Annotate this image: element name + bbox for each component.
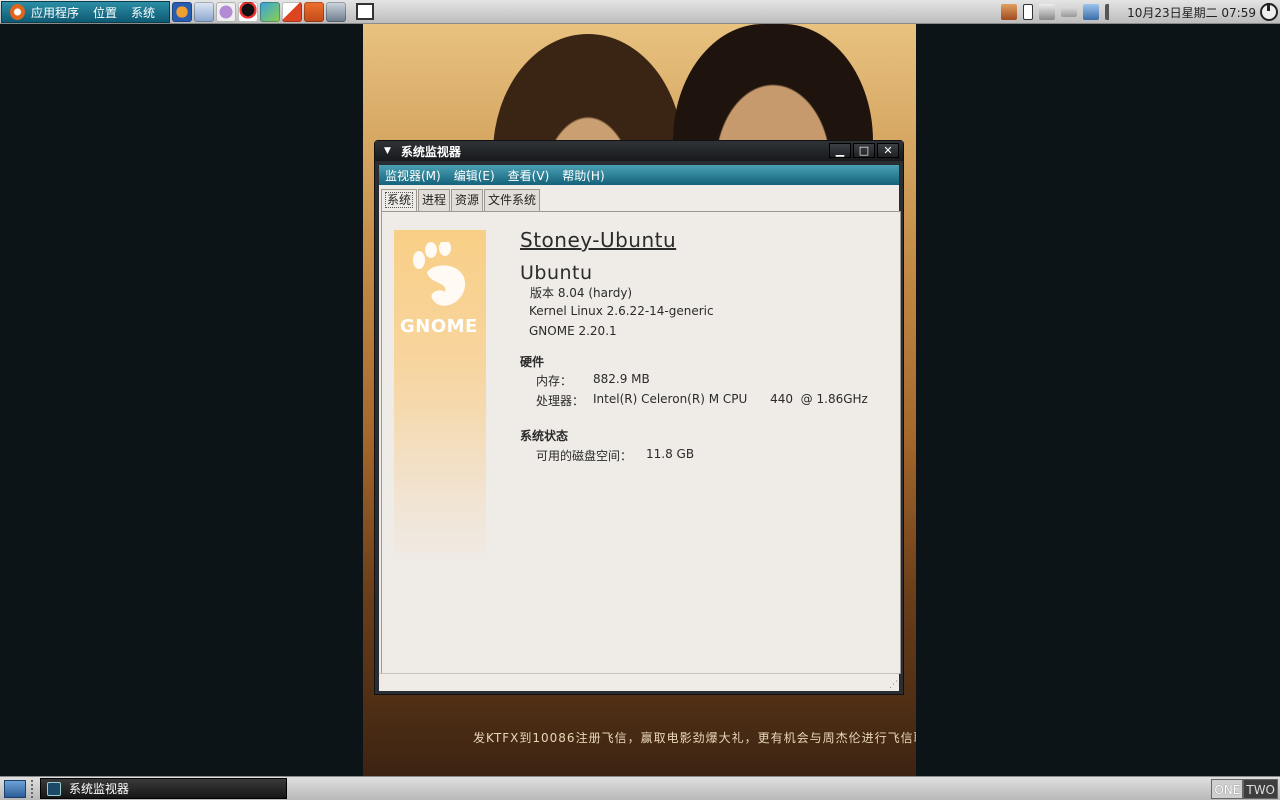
wallpaper-caption: 发KTFX到10086注册飞信，赢取电影劲爆大礼，更有机会与周杰伦进行飞信聊天！ <box>473 731 916 745</box>
hostname[interactable]: Stoney-Ubuntu <box>520 228 676 252</box>
volume-icon[interactable] <box>1105 4 1116 20</box>
tab-resources-label: 资源 <box>455 193 480 207</box>
applications-menu[interactable]: 应用程序 <box>31 4 79 21</box>
puzzle-icon[interactable] <box>260 2 280 22</box>
disk-value: 11.8 GB <box>646 447 695 461</box>
resize-grip-icon[interactable]: ⋰ <box>889 680 898 690</box>
cpu-label: 处理器： <box>536 394 585 408</box>
keyboard-icon[interactable] <box>1061 7 1078 17</box>
close-button[interactable]: ✕ <box>877 143 899 158</box>
power-icon[interactable] <box>1260 3 1278 21</box>
hardware-heading: 硬件 <box>520 355 545 369</box>
top-panel: 应用程序 位置 系统 10月23日星期二 07:59 <box>0 0 1280 24</box>
gnome-foot-icon <box>413 242 466 306</box>
gnome-banner: GNOME <box>394 230 486 565</box>
launcher-strip <box>172 2 346 22</box>
tab-filesystems-label: 文件系统 <box>488 193 537 207</box>
window-controls: ▁ □ ✕ <box>829 143 899 158</box>
system-tab-panel: GNOME Stoney-Ubuntu Ubuntu 版本 8.04 (hard… <box>381 211 901 674</box>
tab-processes-label: 进程 <box>422 193 447 207</box>
memory-label: 内存： <box>536 374 573 388</box>
tab-processes[interactable]: 进程 <box>418 189 451 211</box>
kettle-icon[interactable] <box>1001 4 1018 20</box>
menu-edit[interactable]: 编辑(E) <box>454 167 495 184</box>
status-bar: ⋰ <box>379 673 899 691</box>
memory-value: 882.9 MB <box>593 372 650 386</box>
printer-icon[interactable] <box>1039 4 1056 20</box>
distro-name: Ubuntu <box>520 262 593 284</box>
kernel-text: Kernel Linux 2.6.22-14-generic <box>529 304 714 318</box>
ubuntu-logo-icon[interactable] <box>10 4 25 20</box>
presentation-icon[interactable] <box>304 2 324 22</box>
cpu-value: Intel(R) Celeron(R) M CPU 440 @ 1.86GHz <box>593 392 868 406</box>
taskbar-label: 系统监视器 <box>69 782 130 796</box>
network-icon[interactable] <box>1083 4 1100 20</box>
show-desktop-button[interactable] <box>356 3 374 20</box>
system-monitor-icon <box>47 781 61 796</box>
menu-monitor[interactable]: 监视器(M) <box>385 167 441 184</box>
pdf-icon[interactable] <box>282 2 302 22</box>
workspace-switcher: ONE TWO <box>1211 779 1278 799</box>
bottom-panel: 系统监视器 ONE TWO <box>0 776 1280 800</box>
tab-filesystems[interactable]: 文件系统 <box>484 189 541 211</box>
gnome-logo-text: GNOME <box>400 316 478 337</box>
gnome-version-text: GNOME 2.20.1 <box>529 324 617 338</box>
window-menu-icon[interactable]: ▼ <box>384 146 391 156</box>
pidgin-icon[interactable] <box>216 2 236 22</box>
status-heading: 系统状态 <box>520 429 569 443</box>
firefox-icon[interactable] <box>172 2 192 22</box>
places-menu[interactable]: 位置 <box>93 4 117 21</box>
system-tray: 10月23日星期二 07:59 <box>1001 2 1280 22</box>
system-monitor-window: ▼ 系统监视器 ▁ □ ✕ 监视器(M) 编辑(E) 查看(V) 帮助(H) 系… <box>374 140 904 695</box>
tab-system-label: 系统 <box>385 192 414 208</box>
window-content: 系统 进程 资源 文件系统 GNOME Stoney-Ubuntu Ubuntu… <box>379 185 901 691</box>
workspace-one[interactable]: ONE <box>1211 779 1244 799</box>
maximize-button[interactable]: □ <box>853 143 875 158</box>
clock[interactable]: 10月23日星期二 07:59 <box>1127 4 1256 21</box>
main-menu-bar: 应用程序 位置 系统 <box>1 1 170 23</box>
show-desktop-icon[interactable] <box>4 780 26 798</box>
disk-label: 可用的磁盘空间： <box>536 449 633 463</box>
taskbar-button-system-monitor[interactable]: 系统监视器 <box>40 778 287 799</box>
text-editor-icon[interactable] <box>194 2 214 22</box>
menu-view[interactable]: 查看(V) <box>508 167 550 184</box>
system-menu[interactable]: 系统 <box>131 4 155 21</box>
window-title: 系统监视器 <box>400 144 461 159</box>
workspace-two[interactable]: TWO <box>1243 779 1278 799</box>
minimize-button[interactable]: ▁ <box>829 143 851 158</box>
menu-help[interactable]: 帮助(H) <box>562 167 604 184</box>
tab-bar: 系统 进程 资源 文件系统 <box>381 189 541 212</box>
panel-handle[interactable] <box>31 780 36 798</box>
terminal-icon[interactable] <box>326 2 346 22</box>
battery-icon[interactable] <box>1023 4 1034 20</box>
window-titlebar[interactable]: ▼ 系统监视器 ▁ □ ✕ <box>375 141 903 161</box>
tab-resources[interactable]: 资源 <box>451 189 484 211</box>
qq-icon[interactable] <box>238 2 258 22</box>
app-menubar: 监视器(M) 编辑(E) 查看(V) 帮助(H) <box>379 165 899 185</box>
tab-system[interactable]: 系统 <box>381 189 418 212</box>
version-text: 版本 8.04 (hardy) <box>530 286 633 300</box>
